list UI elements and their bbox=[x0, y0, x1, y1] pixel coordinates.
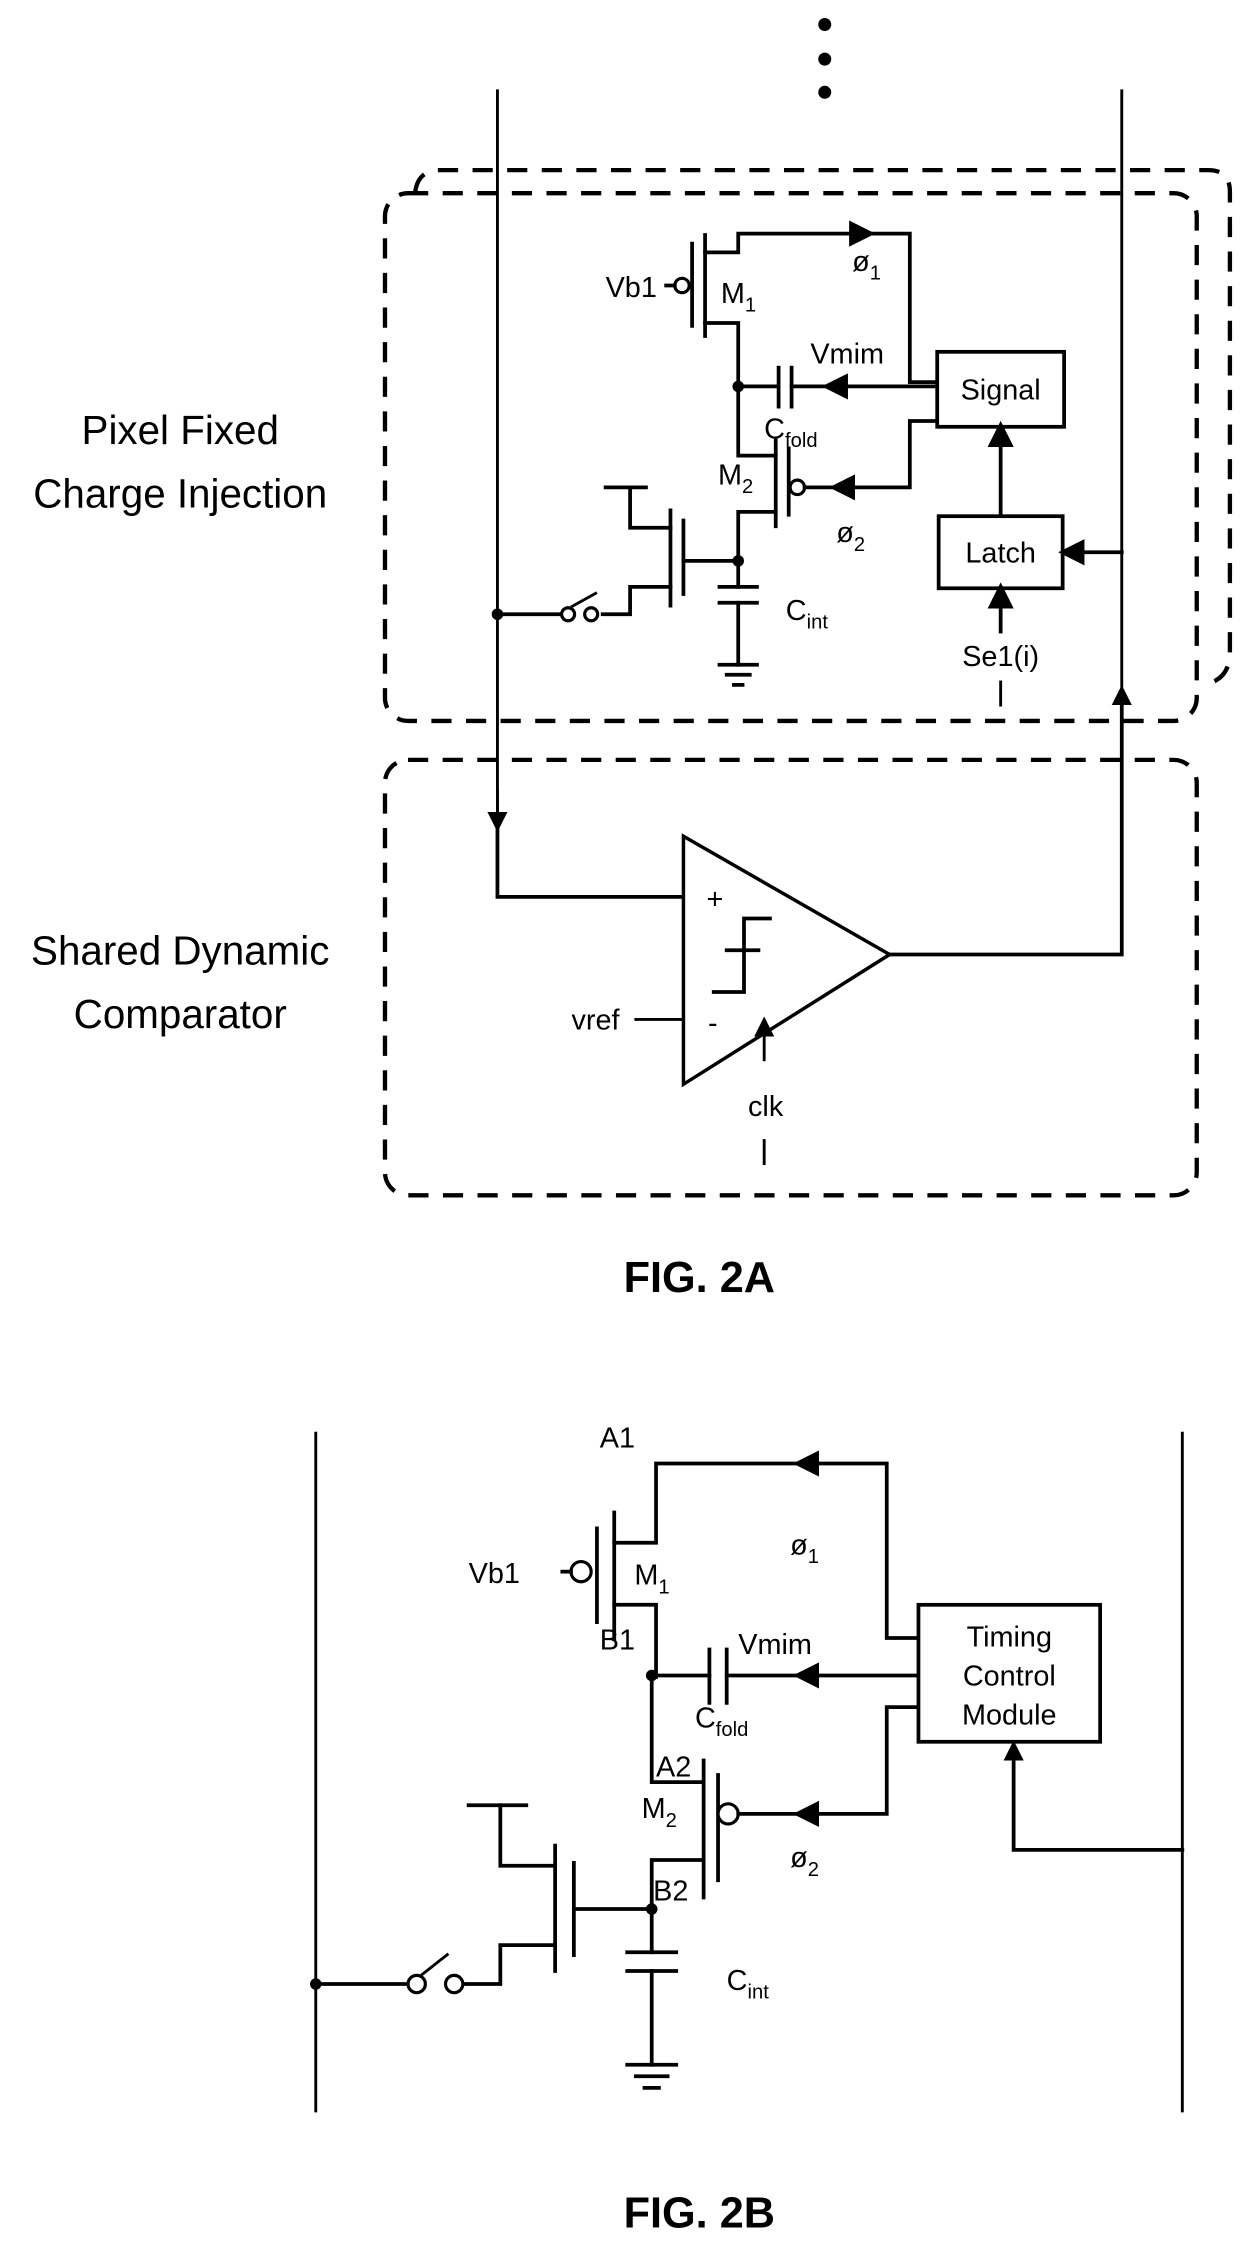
m2-label: M2 bbox=[718, 459, 753, 498]
pixel-block-label-line1: Pixel Fixed bbox=[82, 407, 279, 453]
phi2-label-2b: ø2 bbox=[790, 1842, 819, 1881]
fig-2a-caption: FIG. 2A bbox=[624, 1254, 775, 1302]
comparator-plus-sign: + bbox=[707, 883, 724, 915]
cfold-label: Cfold bbox=[764, 413, 817, 452]
comparator-plus-wire bbox=[495, 827, 686, 899]
comparator-triangle bbox=[681, 833, 893, 1088]
m1-label-2b: M1 bbox=[634, 1560, 669, 1599]
stacked-pixel-dashed-outline bbox=[413, 167, 1233, 686]
latch-block-label: Latch bbox=[965, 537, 1036, 569]
timing-label-line1: Timing bbox=[967, 1622, 1052, 1654]
patent-figure-sheet: Pixel Fixed Charge Injection Shared Dyna… bbox=[31, 18, 1233, 2238]
vb1-label-2b: Vb1 bbox=[469, 1558, 520, 1590]
m1-label: M1 bbox=[721, 278, 756, 317]
ground-icon bbox=[717, 662, 759, 687]
capacitor-cfold bbox=[736, 365, 940, 409]
comparator-minus-sign: - bbox=[708, 1007, 718, 1039]
capacitor-cint bbox=[717, 559, 759, 667]
comparator-block-label-line2: Comparator bbox=[74, 991, 287, 1037]
a2-label: A2 bbox=[656, 1751, 691, 1783]
a1-label: A1 bbox=[600, 1423, 635, 1455]
fig-2b-caption: FIG. 2B bbox=[624, 2190, 775, 2238]
vmim-label-2b: Vmim bbox=[738, 1629, 812, 1661]
b2-label: B2 bbox=[653, 1875, 688, 1907]
pixel-block-label-line2: Charge Injection bbox=[33, 471, 327, 517]
comparator-output-wire bbox=[887, 690, 1124, 957]
sel-label: Se1(i) bbox=[962, 641, 1039, 673]
timing-label-line3: Module bbox=[962, 1699, 1057, 1731]
cfold-label-2b: Cfold bbox=[695, 1702, 748, 1741]
transistor-m1 bbox=[664, 220, 940, 389]
fig-2a: Pixel Fixed Charge Injection Shared Dyna… bbox=[31, 18, 1233, 1302]
cint-label-2b: Cint bbox=[727, 1965, 770, 2004]
timing-label-line2: Control bbox=[963, 1661, 1056, 1693]
transistor-m2-2b bbox=[649, 1673, 921, 1910]
vmim-label: Vmim bbox=[810, 338, 884, 370]
bus-to-timing-wire bbox=[1011, 1751, 1185, 1852]
fig-2b: A1 B1 Vb1 M1 ø1 Vmim Cfold A2 M2 B2 ø2 C… bbox=[310, 1423, 1185, 2238]
capacitor-cint-2b bbox=[625, 1907, 679, 2067]
node-junction bbox=[491, 608, 504, 621]
ground-icon-2b bbox=[625, 2062, 679, 2090]
source-follower-transistor bbox=[600, 485, 741, 617]
vref-label: vref bbox=[571, 1004, 620, 1036]
source-follower-transistor-2b bbox=[463, 1803, 654, 1986]
clk-label: clk bbox=[748, 1091, 784, 1123]
phi1-label: ø1 bbox=[852, 246, 881, 285]
vb1-label: Vb1 bbox=[606, 272, 657, 304]
node-junction bbox=[310, 1978, 322, 1990]
cint-label: Cint bbox=[786, 595, 829, 634]
m2-label-2b: M2 bbox=[642, 1793, 677, 1832]
continuation-dots bbox=[818, 18, 832, 99]
phi2-label: ø2 bbox=[836, 517, 865, 556]
pixel-block-dashed-outline bbox=[382, 191, 1199, 724]
comparator-block-label-line1: Shared Dynamic bbox=[31, 928, 329, 974]
b1-label: B1 bbox=[600, 1625, 635, 1657]
phi1-label-2b: ø1 bbox=[790, 1529, 819, 1568]
signal-block-label: Signal bbox=[961, 374, 1041, 406]
reset-switch-2b bbox=[313, 1952, 465, 1995]
reset-switch bbox=[495, 591, 600, 623]
